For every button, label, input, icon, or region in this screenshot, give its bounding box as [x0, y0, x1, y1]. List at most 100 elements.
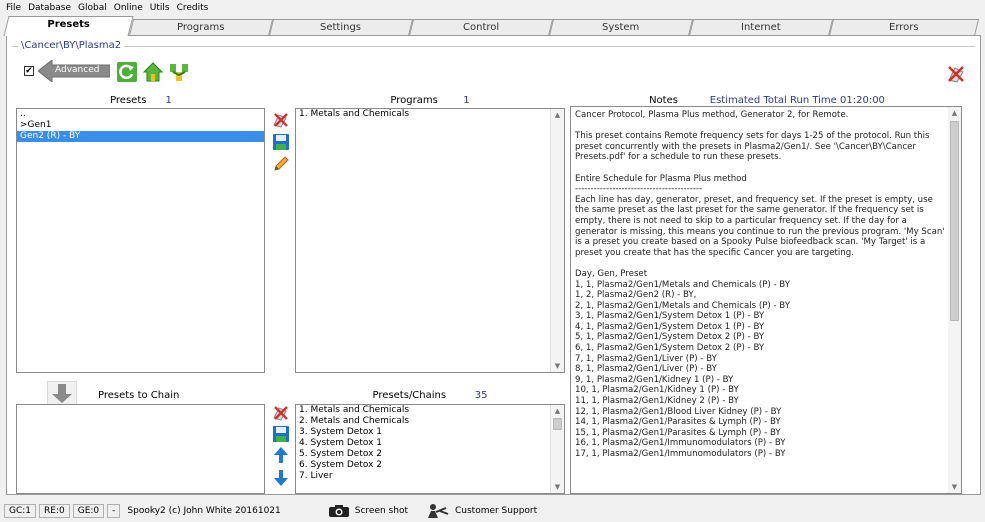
tab-errors-label: Errors [889, 22, 919, 33]
programs-header: Programs 1 [295, 95, 565, 106]
notes-line: 14, 1, Plasma2/Gen1/Parasites & Lymph (P… [575, 417, 781, 428]
presets-to-chain-list[interactable] [16, 404, 265, 494]
menu-database[interactable]: Database [28, 3, 71, 13]
save-chain-icon[interactable] [272, 425, 290, 443]
notes-line: This preset contains Remote frequency se… [575, 131, 930, 163]
screenshot-label: Screen shot [354, 506, 408, 516]
preset-item-gen1[interactable]: >Gen1 [17, 120, 264, 131]
scroll-up-icon[interactable]: ▲ [551, 405, 564, 417]
menu-bar: File Database Global Online Utils Credit… [0, 0, 985, 16]
tab-settings-label: Settings [320, 22, 362, 33]
status-ge: GE:0 [72, 504, 105, 518]
notes-line: 3, 1, Plasma2/Gen1/System Detox 1 (P) - … [575, 311, 765, 322]
preset-chains-title: Presets/Chains [372, 390, 447, 401]
menu-utils[interactable]: Utils [150, 3, 170, 13]
chain-item[interactable]: 4. System Detox 1 [296, 438, 564, 449]
notes-line: 9, 1, Plasma2/Gen1/Kidney 1 (P) - BY [575, 374, 734, 385]
refresh-icon[interactable] [116, 61, 138, 83]
move-down-icon[interactable] [272, 469, 290, 487]
notes-line: Day, Gen, Preset [575, 268, 648, 279]
chain-item[interactable]: 7. Liver [296, 471, 564, 482]
scroll-thumb[interactable] [950, 121, 959, 321]
scroll-up-icon[interactable]: ▲ [948, 107, 961, 119]
preset-item-up[interactable]: .. [17, 109, 264, 120]
notes-header: Notes Estimated Total Run Time 01:20:00 [572, 95, 962, 106]
save-preset-icon[interactable] [272, 133, 290, 151]
tab-system[interactable]: System [548, 19, 694, 36]
program-item[interactable]: 1. Metals and Chemicals [296, 109, 564, 120]
menu-global[interactable]: Global [78, 3, 107, 13]
chain-item[interactable]: 3. System Detox 1 [296, 427, 564, 438]
status-gc: GC:1 [4, 504, 37, 518]
notes-line: 1, 1, Plasma2/Gen1/Metals and Chemicals … [575, 279, 790, 290]
tab-presets[interactable]: Presets [3, 16, 134, 36]
chain-item[interactable]: 1. Metals and Chemicals [296, 405, 564, 416]
presets-title: Presets [110, 95, 147, 106]
notes-line: 4, 1, Plasma2/Gen1/System Detox 1 (P) - … [575, 321, 765, 332]
advanced-label: Advanced [55, 65, 100, 75]
status-bar: GC:1 RE:0 GE:0 - Spooky2 (c) John White … [0, 500, 985, 522]
erase-icon[interactable] [946, 64, 966, 84]
notes-line: 15, 1, Plasma2/Gen1/Parasites & Lymph (P… [575, 427, 781, 438]
screenshot-button[interactable]: Screen shot [328, 504, 408, 518]
menu-online[interactable]: Online [114, 3, 143, 13]
presets-to-chain-title: Presets to Chain [98, 390, 180, 401]
scroll-down-icon[interactable]: ▼ [551, 481, 564, 493]
notes-line: Entire Schedule for Plasma Plus method [575, 173, 747, 184]
programs-list[interactable]: 1. Metals and Chemicals ▲ ▼ [295, 108, 565, 373]
notes-line: 12, 1, Plasma2/Gen1/Blood Liver Kidney (… [575, 406, 782, 417]
advanced-checkbox[interactable]: ✔ [24, 66, 34, 76]
tab-programs[interactable]: Programs [128, 19, 274, 36]
menu-file[interactable]: File [6, 3, 21, 13]
chain-item[interactable]: 5. System Detox 2 [296, 449, 564, 460]
tab-control-label: Control [462, 22, 500, 33]
preset-chains-list[interactable]: 1. Metals and Chemicals 2. Metals and Ch… [295, 404, 565, 494]
preset-chains-scrollbar[interactable]: ▲ ▼ [550, 405, 564, 493]
current-path: \Cancer\BY\Plasma2 [18, 40, 125, 51]
notes-line [575, 121, 945, 132]
tree-icon[interactable] [168, 61, 190, 83]
notes-line: 6, 1, Plasma2/Gen1/System Detox 2 (P) - … [575, 343, 765, 354]
scroll-thumb[interactable] [553, 418, 562, 430]
scroll-up-icon[interactable]: ▲ [551, 109, 564, 121]
tab-presets-label: Presets [47, 19, 91, 30]
notes-line: 2, 1, Plasma2/Gen1/Metals and Chemicals … [575, 300, 790, 311]
menu-credits[interactable]: Credits [177, 3, 209, 13]
scroll-down-icon[interactable]: ▼ [948, 481, 961, 493]
tab-errors[interactable]: Errors [828, 19, 980, 36]
down-arrow-icon[interactable] [47, 381, 77, 406]
programs-title: Programs [390, 95, 438, 106]
presets-list[interactable]: .. >Gen1 Gen2 (R) - BY [16, 108, 265, 373]
edit-preset-icon[interactable] [272, 155, 290, 173]
delete-chain-icon[interactable] [272, 404, 290, 422]
home-icon[interactable] [142, 61, 164, 83]
tab-control[interactable]: Control [408, 19, 554, 36]
tab-internet-label: Internet [741, 22, 781, 33]
programs-count: 1 [463, 95, 470, 106]
move-up-icon[interactable] [272, 446, 290, 464]
customer-support-button[interactable]: Customer Support [426, 503, 537, 519]
tab-programs-label: Programs [177, 22, 225, 33]
programs-scrollbar[interactable]: ▲ ▼ [550, 109, 564, 372]
tab-internet[interactable]: Internet [688, 19, 834, 36]
notes-scrollbar[interactable]: ▲ ▼ [947, 107, 961, 493]
tab-settings[interactable]: Settings [268, 19, 414, 36]
camera-icon [328, 505, 349, 517]
notes-line: 10, 1, Plasma2/Gen1/Kidney 1 (P) - BY [575, 385, 739, 396]
delete-preset-icon[interactable] [272, 111, 290, 129]
notes-line: 1, 2, Plasma2/Gen2 (R) - BY, [575, 290, 697, 301]
notes-title: Notes [649, 95, 678, 106]
scroll-down-icon[interactable]: ▼ [551, 360, 564, 372]
chain-item[interactable]: 2. Metals and Chemicals [296, 416, 564, 427]
support-label: Customer Support [454, 506, 538, 516]
preset-item-gen2[interactable]: Gen2 (R) - BY [17, 131, 264, 142]
notes-line: Cancer Protocol, Plasma Plus method, Gen… [575, 110, 849, 120]
chain-item[interactable]: 6. System Detox 2 [296, 460, 564, 471]
notes-line [575, 163, 945, 174]
status-dash: - [107, 504, 121, 518]
notes-line: 5, 1, Plasma2/Gen1/System Detox 2 (P) - … [575, 332, 765, 343]
notes-line: 11, 1, Plasma2/Gen1/Kidney 2 (P) - BY [575, 396, 739, 407]
check-mark: ✔ [25, 66, 33, 76]
status-credit: Spooky2 (c) John White 20161021 [123, 505, 285, 517]
notes-line: 17, 1, Plasma2/Gen1/Immunomodulators (P)… [575, 449, 786, 459]
